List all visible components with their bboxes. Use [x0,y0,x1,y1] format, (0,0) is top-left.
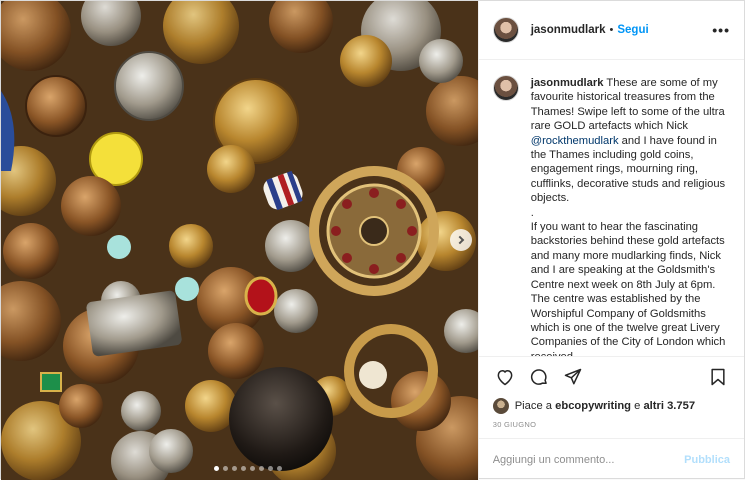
like-button[interactable] [493,365,517,389]
liker-avatar[interactable] [492,398,509,414]
heart-icon [497,369,513,385]
comment-icon [530,368,547,385]
caption-mention-link[interactable]: @rockthemudlark [531,135,619,147]
carousel-dot [223,466,228,471]
post-header: jasonmudlark • Segui ••• [478,1,744,60]
carousel-dot [232,466,237,471]
likes-others-link[interactable]: altri 3.757 [643,400,695,412]
chevron-right-icon [455,235,465,245]
likes-row: Piace a ebcopywriting e altri 3.757 [479,396,744,416]
follow-button[interactable]: Segui [617,24,648,36]
comment-button[interactable] [527,365,551,389]
avatar[interactable] [492,17,519,43]
treasures-image [1,1,478,480]
instagram-post: jasonmudlark • Segui ••• jasonmudlark Th… [0,0,745,480]
likes-text: Piace a ebcopywriting e altri 3.757 [515,400,695,412]
caption-avatar[interactable] [492,75,519,101]
comment-input[interactable] [492,453,685,466]
likes-middle: e [631,400,644,412]
paper-plane-icon [564,368,581,384]
caption-username[interactable]: jasonmudlark [531,77,604,89]
carousel-dot [214,466,219,471]
publish-button[interactable]: Pubblica [684,454,730,466]
caption-text: jasonmudlark These are some of my favour… [531,76,730,356]
post-date[interactable]: 30 GIUGNO [479,416,744,438]
header-username[interactable]: jasonmudlark [531,24,606,36]
more-options-icon[interactable]: ••• [712,22,730,38]
caption-area: jasonmudlark These are some of my favour… [479,60,744,356]
liker-username[interactable]: ebcopywriting [555,400,631,412]
carousel-dot [241,466,246,471]
carousel-dot [268,466,273,471]
comment-box: Pubblica [478,438,744,480]
bookmark-icon [711,368,725,385]
action-bar [478,356,744,396]
post-photo[interactable] [1,1,478,480]
carousel-dot [259,466,264,471]
carousel-dot [277,466,282,471]
likes-prefix: Piace a [514,400,556,412]
caption-body-2: and I have found in the Thames including… [530,134,726,356]
separator-dot: • [609,24,614,36]
carousel-dot [250,466,255,471]
share-button[interactable] [561,365,585,389]
carousel-next-button[interactable] [450,229,472,251]
post-side-panel: jasonmudlark • Segui ••• jasonmudlark Th… [477,1,744,480]
carousel-dots [214,466,282,471]
save-button[interactable] [706,365,730,389]
